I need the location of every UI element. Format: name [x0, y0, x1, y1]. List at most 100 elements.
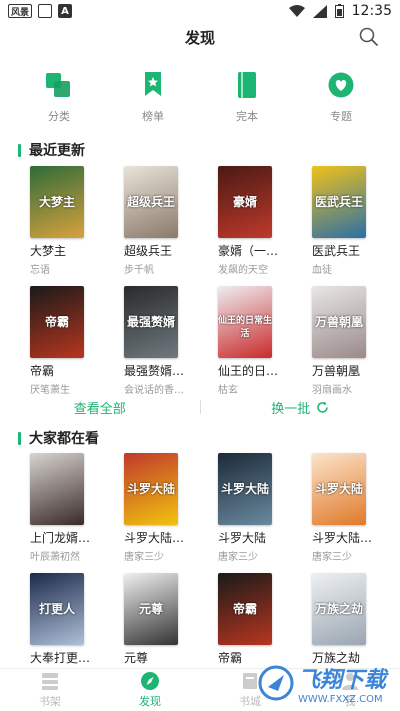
book-cover-title: 斗罗大陆 [314, 482, 363, 497]
view-all-button[interactable]: 查看全部 [0, 398, 200, 417]
book-card[interactable]: 帝霸 帝霸 [218, 573, 298, 668]
book-title: 豪婿（一… [218, 244, 279, 258]
bookshelf-icon [42, 673, 58, 690]
watermark: 飞翔下载 WWW.FXXZ.COM [258, 658, 398, 708]
book-cover-title: 元尊 [138, 602, 163, 617]
book-title: 斗罗大陆 [218, 531, 267, 545]
book-card[interactable]: 大梦主 大梦主 忘语 [30, 166, 110, 276]
book-card[interactable]: 豪婿 豪婿（一… 发飙的天空 [218, 166, 298, 276]
book-cover-title: 医武兵王 [314, 195, 363, 210]
book-author: 会说话的香… [124, 385, 184, 396]
watermark-text: 飞翔下载 [298, 667, 387, 693]
book-card[interactable]: 帝霸 帝霸 厌笔萧生 [30, 286, 110, 396]
nav-label: 书架 [39, 695, 61, 708]
book-cover: 斗罗大陆 [218, 453, 272, 525]
category-fenlei[interactable]: 分类 [24, 70, 94, 124]
book-author: 步千帆 [124, 265, 154, 276]
popular-book-grid: 上门龙婿… 叶辰萧初然 斗罗大陆 斗罗大陆… 唐家三少 斗罗大陆 斗罗大陆 唐家三少 斗罗大陆斗… [0, 453, 400, 668]
book-title: 万兽朝凰 [312, 364, 361, 378]
status-a-icon: A [58, 4, 73, 18]
book-cover-title: 最强赘婿 [126, 315, 175, 330]
book-cover: 医武兵王 [312, 166, 366, 238]
book-card[interactable]: 最强赘婿最强赘婿… 会说话的香… [124, 286, 204, 396]
battery-icon [334, 4, 344, 18]
book-card[interactable]: 打更人大奉打更… [30, 573, 110, 668]
book-author: 唐家三少 [124, 552, 164, 563]
title-bar: 发现 [0, 22, 400, 52]
nav-label: 发现 [139, 695, 161, 708]
nav-bookshelf[interactable]: 书架 [0, 669, 100, 711]
book-card[interactable]: 斗罗大陆 斗罗大陆 唐家三少 [218, 453, 298, 563]
nav-discover[interactable]: 发现 [100, 669, 200, 711]
category-bangdan[interactable]: 榜单 [118, 70, 188, 124]
book-cover: 帝霸 [30, 286, 84, 358]
book-author: 忘语 [30, 265, 50, 276]
book-card[interactable]: 元尊 元尊 [124, 573, 204, 668]
book-cover: 帝霸 [218, 573, 272, 645]
status-time: 12:35 [351, 3, 392, 19]
book-cover: 万兽朝凰 [312, 286, 366, 358]
ranking-icon [145, 72, 161, 96]
book-author: 唐家三少 [312, 552, 352, 563]
book-card[interactable]: 斗罗大陆斗罗大陆… 唐家三少 [312, 453, 392, 563]
book-cover-title: 超级兵王 [126, 195, 175, 210]
book-card[interactable]: 上门龙婿… 叶辰萧初然 [30, 453, 110, 563]
watermark-logo-icon [258, 665, 294, 701]
recent-book-grid: 大梦主 大梦主 忘语 超级兵王 超级兵王 步千帆 豪婿 豪婿（一… 发飙的天空 医武兵王 医武兵王血… [0, 166, 400, 396]
book-title: 最强赘婿… [124, 364, 185, 378]
section-marker [18, 431, 21, 445]
section-actions: 查看全部 换一批 [0, 396, 400, 418]
category-icon [46, 73, 70, 97]
book-title: 超级兵王 [124, 244, 173, 258]
book-card[interactable]: 万族之劫 万族之劫 [312, 573, 392, 668]
wifi-icon [288, 4, 305, 17]
book-title: 上门龙婿… [30, 531, 91, 545]
status-bar: 风景 A 12:35 [0, 0, 400, 22]
book-author: 唐家三少 [218, 552, 258, 563]
book-title: 元尊 [124, 651, 149, 665]
book-card[interactable]: 医武兵王 医武兵王 血徒 [312, 166, 392, 276]
book-author: 叶辰萧初然 [30, 552, 80, 563]
book-cover: 万族之劫 [312, 573, 366, 645]
category-label: 榜单 [142, 110, 164, 123]
search-icon[interactable] [358, 26, 380, 48]
book-card[interactable]: 万兽朝凰 万兽朝凰 羽扇画水 [312, 286, 392, 396]
section-recent-header: 最近更新 [18, 140, 85, 160]
book-cover: 斗罗大陆 [124, 453, 178, 525]
view-all-label: 查看全部 [73, 401, 126, 417]
book-cover-title: 仙王的日常生活 [218, 316, 272, 340]
category-zhuanti[interactable]: 专题 [306, 70, 376, 124]
book-cover-title: 打更人 [38, 602, 75, 617]
book-title: 斗罗大陆… [124, 531, 185, 545]
compass-icon [141, 672, 159, 690]
book-author: 枯玄 [218, 385, 238, 396]
page-title: 发现 [184, 28, 215, 47]
section-title: 最近更新 [29, 143, 85, 159]
book-cover: 最强赘婿 [124, 286, 178, 358]
book-cover: 打更人 [30, 573, 84, 645]
book-cover: 大梦主 [30, 166, 84, 238]
book-cover-title: 豪婿 [232, 195, 257, 210]
book-title: 大奉打更… [30, 651, 91, 665]
book-cover-title: 万族之劫 [314, 602, 363, 617]
book-card[interactable]: 仙王的日常生活仙王的日… 枯玄 [218, 286, 298, 396]
status-badge: 风景 [8, 4, 33, 18]
book-title: 仙王的日… [218, 364, 279, 378]
refresh-button[interactable]: 换一批 [201, 398, 400, 417]
book-title: 斗罗大陆… [312, 531, 373, 545]
book-author: 羽扇画水 [312, 385, 352, 396]
book-cover: 元尊 [124, 573, 178, 645]
book-author: 厌笔萧生 [30, 385, 70, 396]
category-wanben[interactable]: 完本 [212, 70, 282, 124]
refresh-label: 换一批 [271, 401, 311, 417]
completed-book-icon [238, 72, 256, 98]
book-card[interactable]: 斗罗大陆斗罗大陆… 唐家三少 [124, 453, 204, 563]
book-card[interactable]: 超级兵王 超级兵王 步千帆 [124, 166, 204, 276]
category-label: 完本 [236, 110, 258, 123]
book-author: 血徒 [312, 265, 332, 276]
notification-icon [38, 4, 53, 18]
book-cover: 豪婿 [218, 166, 272, 238]
section-title: 大家都在看 [29, 431, 99, 447]
category-label: 专题 [330, 110, 352, 123]
watermark-url: WWW.FXXZ.COM [298, 693, 383, 705]
